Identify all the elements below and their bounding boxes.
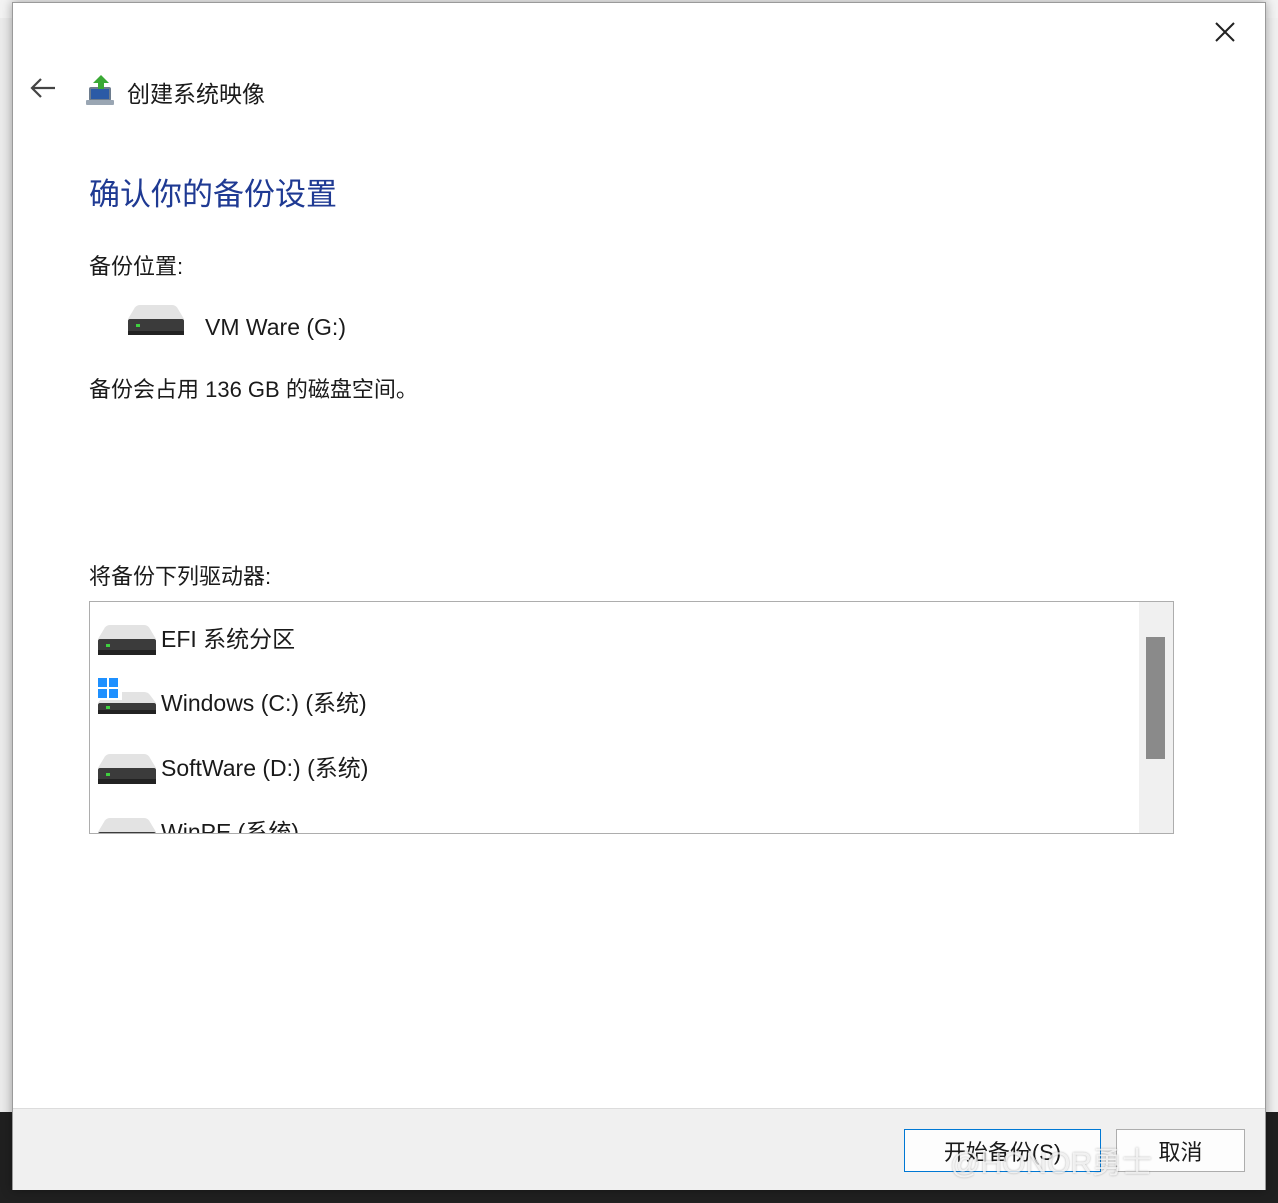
back-arrow-icon (30, 78, 55, 98)
windows-drive-icon (98, 678, 156, 714)
create-system-image-dialog: 创建系统映像 确认你的备份设置 备份位置: VM Ware (G:) 备份会占用… (12, 2, 1266, 1190)
background-window-right (1264, 18, 1278, 1118)
drive-label: SoftWare (D:) (系统) (161, 755, 369, 781)
dialog-footer: 开始备份(S) 取消 (13, 1108, 1265, 1190)
list-item[interactable]: WinPE (系统) (98, 805, 299, 834)
list-item[interactable]: Windows (C:) (系统) (98, 676, 367, 726)
backup-restore-icon (86, 75, 114, 105)
cancel-button[interactable]: 取消 (1116, 1129, 1245, 1172)
page-heading: 确认你的备份设置 (89, 177, 337, 212)
drive-list[interactable]: EFI 系统分区 Windows (C:) (系统) SoftWare (D:)… (89, 601, 1174, 834)
start-backup-button[interactable]: 开始备份(S) (904, 1129, 1101, 1172)
drives-label: 将备份下列驱动器: (89, 564, 272, 589)
close-icon (1215, 22, 1235, 42)
drive-icon (98, 818, 156, 833)
back-button[interactable] (23, 68, 63, 108)
scrollbar-track[interactable] (1139, 602, 1173, 833)
close-button[interactable] (1203, 13, 1247, 51)
drive-icon (98, 625, 156, 655)
backup-location-name: VM Ware (G:) (205, 314, 346, 340)
window-title: 创建系统映像 (127, 81, 265, 107)
drive-icon (128, 305, 184, 335)
drive-label: WinPE (系统) (161, 819, 299, 834)
drive-icon (98, 754, 156, 784)
drive-label: Windows (C:) (系统) (161, 690, 367, 716)
disk-space-text: 备份会占用 136 GB 的磁盘空间。 (89, 377, 418, 402)
list-item[interactable]: SoftWare (D:) (系统) (98, 741, 368, 791)
list-item[interactable]: EFI 系统分区 (98, 612, 295, 662)
drive-label: EFI 系统分区 (161, 626, 296, 652)
scrollbar-thumb[interactable] (1146, 637, 1165, 759)
backup-location-label: 备份位置: (89, 254, 184, 279)
